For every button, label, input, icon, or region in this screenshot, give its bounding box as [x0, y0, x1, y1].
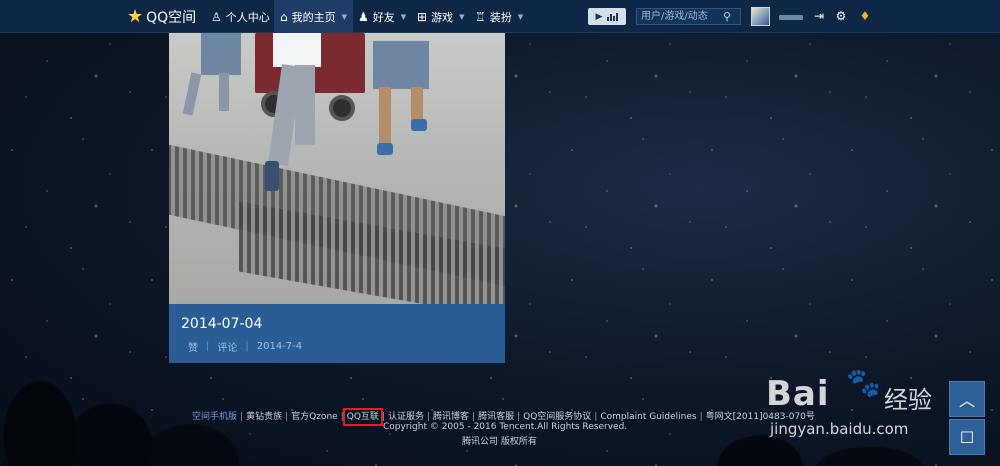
photo-image[interactable]: [169, 33, 505, 304]
nav-dress-up[interactable]: ♖ 装扮 ▼: [469, 0, 529, 33]
card-actions: 赞 | 评论 | 2014-7-4: [188, 339, 302, 354]
gear-icon[interactable]: ⚙: [833, 8, 849, 25]
footer-link-tencent-blog[interactable]: 腾讯博客: [433, 412, 469, 422]
separator: |: [206, 341, 210, 352]
music-player-button[interactable]: ▶: [588, 8, 626, 25]
avatar[interactable]: [751, 7, 770, 26]
footer-link-complaint-guidelines[interactable]: Complaint Guidelines: [600, 412, 696, 422]
footer-link-certification[interactable]: 认证服务: [388, 412, 424, 422]
copyright-text: Copyright © 2005 - 2016 Tencent.All Righ…: [383, 422, 628, 432]
chevron-up-icon: ︿: [958, 391, 975, 410]
grid-icon: ⊞: [417, 9, 428, 24]
company-rights-text: 腾讯公司 版权所有: [462, 437, 537, 447]
post-date-title: 2014-07-04: [181, 316, 263, 332]
footer-link-yellow-diamond[interactable]: 黄钻贵族: [246, 412, 282, 422]
top-navigation-bar: ★ QQ空间 ♙ 个人中心 ⌂ 我的主页 ▼ ♟ 好友 ▼ ⊞ 游戏 ▼ ♖ 装…: [0, 0, 1000, 33]
nav-games[interactable]: ⊞ 游戏 ▼: [411, 0, 470, 33]
qzone-logo[interactable]: ★ QQ空间: [127, 6, 196, 27]
comment-button[interactable]: 评论: [217, 339, 237, 354]
chevron-down-icon: ▼: [459, 12, 465, 21]
baidu-jingyan-watermark: Bai 🐾 经验 jingyan.baidu.com: [766, 366, 956, 446]
footer-link-official-qzone[interactable]: 官方Qzone: [291, 412, 338, 422]
footer-link-qq-connect[interactable]: QQ互联: [342, 408, 383, 426]
paw-icon: 🐾: [846, 366, 881, 399]
separator: |: [245, 341, 249, 352]
search-input[interactable]: [637, 9, 723, 24]
chevron-down-icon: ▼: [341, 12, 348, 21]
chevron-down-icon: ▼: [517, 12, 524, 21]
search-icon[interactable]: ⚲: [723, 11, 731, 22]
nav-label: 我的主页: [291, 10, 336, 24]
nav-label: 装扮: [489, 10, 512, 24]
diamond-icon[interactable]: ♦: [857, 8, 873, 25]
play-icon: ▶: [595, 11, 603, 22]
footer-link-service-agreement[interactable]: QQ空间服务协议: [523, 412, 591, 422]
watermark-brand-cn: 经验: [884, 386, 932, 414]
nav-label: 游戏: [431, 10, 454, 24]
chevron-down-icon: ▼: [400, 12, 407, 21]
logout-icon[interactable]: ⇥: [811, 8, 827, 25]
username-redacted[interactable]: [779, 15, 803, 20]
nav-label: 个人中心: [225, 10, 270, 24]
person-icon: ♙: [211, 9, 222, 24]
equalizer-icon: [607, 12, 619, 21]
photo-card[interactable]: 2014-07-04 赞 | 评论 | 2014-7-4: [169, 33, 505, 363]
square-icon: ☐: [959, 427, 975, 447]
nav-label: 好友: [372, 10, 395, 24]
post-date-label: 2014-7-4: [256, 341, 303, 352]
scroll-to-top-button[interactable]: ︿: [949, 381, 985, 417]
footer-link-mobile[interactable]: 空间手机版: [192, 412, 237, 422]
search-box: ⚲: [636, 8, 741, 25]
nav-friends[interactable]: ♟ 好友 ▼: [352, 0, 412, 33]
watermark-url: jingyan.baidu.com: [770, 420, 909, 438]
logo-label: QQ空间: [146, 9, 197, 26]
footer-links: 空间手机版 | 黄钻贵族 | 官方Qzone | QQ互联 | 认证服务 | 腾讯博客 | 腾讯客服 | Q…: [192, 408, 815, 426]
star-logo-icon: ★: [127, 5, 144, 27]
watermark-brand: Bai: [766, 374, 830, 414]
footer-link-customer-service[interactable]: 腾讯客服: [478, 412, 514, 422]
feedback-button[interactable]: ☐: [949, 419, 985, 455]
like-button[interactable]: 赞: [188, 339, 198, 354]
nav-personal-center[interactable]: ♙ 个人中心: [205, 0, 276, 33]
friends-icon: ♟: [358, 9, 369, 24]
nav-my-homepage[interactable]: ⌂ 我的主页 ▼: [274, 0, 354, 33]
shirt-icon: ♖: [475, 9, 486, 24]
home-icon: ⌂: [280, 9, 288, 24]
